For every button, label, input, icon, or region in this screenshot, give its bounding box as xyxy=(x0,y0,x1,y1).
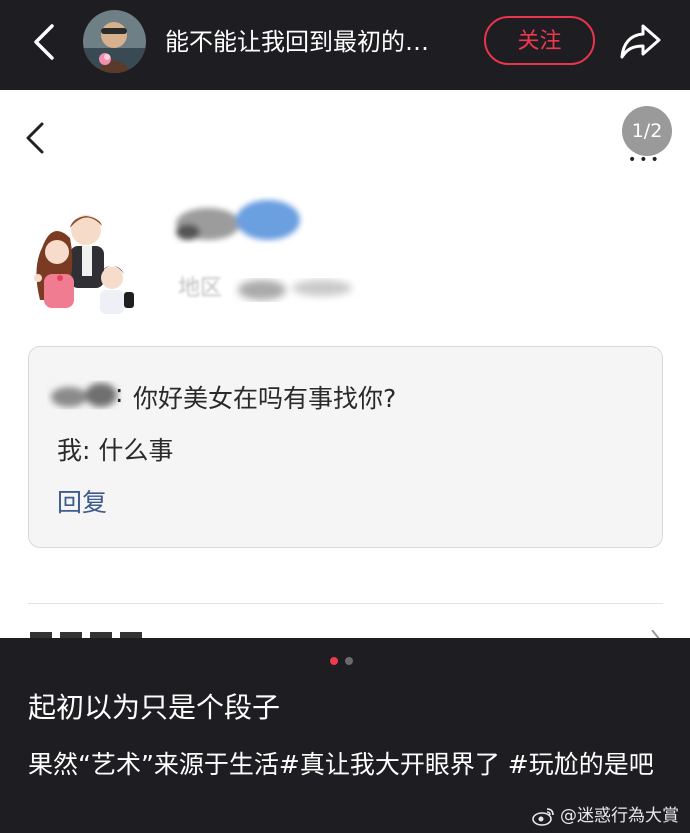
post-title: 能不能让我回到最初的… xyxy=(165,28,429,56)
region-label: 地区 xyxy=(178,276,223,301)
divider xyxy=(28,603,663,604)
family-avatar-illustration xyxy=(34,215,134,314)
carousel-dot xyxy=(345,657,353,665)
share-icon[interactable] xyxy=(618,20,662,62)
weibo-watermark: @迷惑行為大賞 xyxy=(532,802,679,830)
page-count-badge: 1/2 ••• xyxy=(622,106,672,168)
sender-colon: : xyxy=(115,379,124,408)
cropped-text-row xyxy=(30,632,142,638)
incoming-message: 你好美女在吗有事找你? xyxy=(133,384,397,413)
top-bar: 能不能让我回到最初的… 关注 xyxy=(0,0,690,90)
follow-button[interactable]: 关注 xyxy=(484,16,595,65)
blurred-sender-name xyxy=(51,383,117,407)
back-arrow-icon xyxy=(26,122,44,154)
message-card: : 你好美女在吗有事找你? 我: 什么事 回复 xyxy=(28,346,663,548)
post-image[interactable]: 1/2 ••• 地区: 你好美女在吗有事找你? 我: 什么事 回复 xyxy=(0,90,690,638)
watermark-text: @迷惑行為大賞 xyxy=(560,806,679,826)
chevron-right-icon xyxy=(651,630,660,638)
caption-body: 果然“艺术”来源于生活#真让我大开眼界了 #玩尬的是吧 xyxy=(28,750,654,779)
caption-title: 起初以为只是个段子 xyxy=(28,691,281,724)
back-arrow-icon[interactable] xyxy=(28,22,60,62)
reply-link[interactable]: 回复 xyxy=(57,483,107,519)
more-icon: ••• xyxy=(628,152,662,168)
carousel-dot-active xyxy=(330,657,338,665)
own-reply-message: 我: 什么事 xyxy=(57,436,174,465)
blurred-region xyxy=(238,280,352,300)
author-avatar[interactable] xyxy=(83,10,146,73)
blurred-username xyxy=(176,200,300,240)
weibo-logo-icon xyxy=(532,808,554,826)
